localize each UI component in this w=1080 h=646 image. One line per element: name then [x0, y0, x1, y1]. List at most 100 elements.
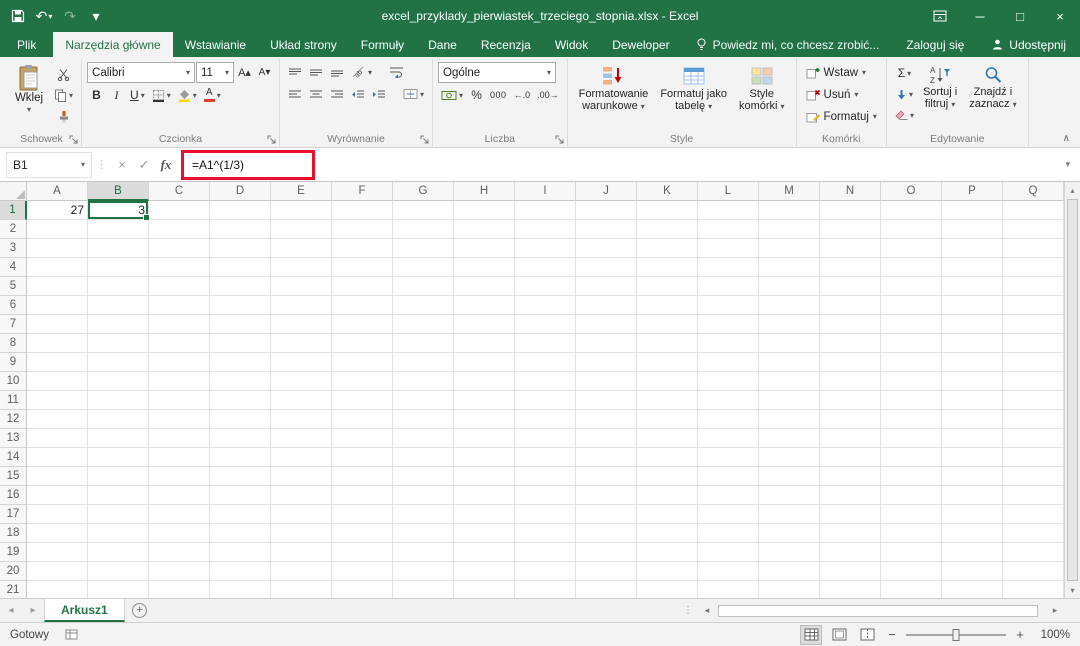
- collapse-ribbon-button[interactable]: ∧: [1063, 133, 1070, 144]
- cell-B17[interactable]: [88, 505, 149, 524]
- cell-N2[interactable]: [820, 220, 881, 239]
- cell-F21[interactable]: [332, 581, 393, 598]
- cell-F7[interactable]: [332, 315, 393, 334]
- cell-F8[interactable]: [332, 334, 393, 353]
- page-break-view-button[interactable]: [856, 625, 878, 645]
- cell-I15[interactable]: [515, 467, 576, 486]
- cell-I16[interactable]: [515, 486, 576, 505]
- cell-L5[interactable]: [698, 277, 759, 296]
- cell-O16[interactable]: [881, 486, 942, 505]
- cell-P2[interactable]: [942, 220, 1003, 239]
- font-color-button[interactable]: A ▾: [201, 85, 224, 105]
- cell-C6[interactable]: [149, 296, 210, 315]
- cell-P3[interactable]: [942, 239, 1003, 258]
- cell-N6[interactable]: [820, 296, 881, 315]
- tab-formuły[interactable]: Formuły: [349, 32, 416, 57]
- cell-B5[interactable]: [88, 277, 149, 296]
- row-header-18[interactable]: 18: [0, 524, 27, 543]
- scroll-up-button[interactable]: ▴: [1065, 182, 1080, 198]
- minimize-button[interactable]: ─: [960, 0, 1000, 32]
- cell-O17[interactable]: [881, 505, 942, 524]
- cell-H13[interactable]: [454, 429, 515, 448]
- autosum-button[interactable]: Σ ▾: [892, 63, 917, 83]
- cell-I17[interactable]: [515, 505, 576, 524]
- cell-Q21[interactable]: [1003, 581, 1064, 598]
- cell-A12[interactable]: [27, 410, 88, 429]
- cell-Q11[interactable]: [1003, 391, 1064, 410]
- cell-K8[interactable]: [637, 334, 698, 353]
- increase-indent-button[interactable]: [369, 84, 389, 104]
- cell-B6[interactable]: [88, 296, 149, 315]
- cell-H9[interactable]: [454, 353, 515, 372]
- cell-F16[interactable]: [332, 486, 393, 505]
- column-header-P[interactable]: P: [942, 182, 1003, 201]
- cell-N15[interactable]: [820, 467, 881, 486]
- cell-Q14[interactable]: [1003, 448, 1064, 467]
- cell-P10[interactable]: [942, 372, 1003, 391]
- cell-I7[interactable]: [515, 315, 576, 334]
- cell-K21[interactable]: [637, 581, 698, 598]
- cell-P4[interactable]: [942, 258, 1003, 277]
- insert-cells-button[interactable]: Wstaw ▾: [802, 62, 881, 83]
- cell-C1[interactable]: [149, 201, 210, 220]
- cell-C15[interactable]: [149, 467, 210, 486]
- cell-E4[interactable]: [271, 258, 332, 277]
- cell-I6[interactable]: [515, 296, 576, 315]
- cell-D9[interactable]: [210, 353, 271, 372]
- cell-styles-button[interactable]: Style komórki ▾: [733, 62, 791, 114]
- hscroll-right-button[interactable]: ▸: [1046, 605, 1064, 616]
- cell-G12[interactable]: [393, 410, 454, 429]
- cell-B3[interactable]: [88, 239, 149, 258]
- cell-F18[interactable]: [332, 524, 393, 543]
- cell-F14[interactable]: [332, 448, 393, 467]
- cell-H14[interactable]: [454, 448, 515, 467]
- cell-K4[interactable]: [637, 258, 698, 277]
- cancel-button[interactable]: ×: [111, 153, 133, 177]
- cell-N16[interactable]: [820, 486, 881, 505]
- cell-K11[interactable]: [637, 391, 698, 410]
- cell-M13[interactable]: [759, 429, 820, 448]
- cell-G17[interactable]: [393, 505, 454, 524]
- cell-J12[interactable]: [576, 410, 637, 429]
- tab-narzędzia-główne[interactable]: Narzędzia główne: [53, 32, 173, 57]
- paste-button[interactable]: Wklej ▾: [7, 62, 51, 116]
- cell-J7[interactable]: [576, 315, 637, 334]
- cell-L14[interactable]: [698, 448, 759, 467]
- cell-O14[interactable]: [881, 448, 942, 467]
- delete-cells-button[interactable]: Usuń ▾: [802, 84, 881, 105]
- cell-I5[interactable]: [515, 277, 576, 296]
- format-painter-button[interactable]: [51, 106, 76, 126]
- cell-I11[interactable]: [515, 391, 576, 410]
- cell-K18[interactable]: [637, 524, 698, 543]
- cell-C19[interactable]: [149, 543, 210, 562]
- cell-F17[interactable]: [332, 505, 393, 524]
- align-center-button[interactable]: [306, 84, 326, 104]
- row-header-8[interactable]: 8: [0, 334, 27, 353]
- cell-Q19[interactable]: [1003, 543, 1064, 562]
- increase-decimal-button[interactable]: ←.0: [511, 85, 534, 105]
- cell-K10[interactable]: [637, 372, 698, 391]
- row-header-7[interactable]: 7: [0, 315, 27, 334]
- cell-L2[interactable]: [698, 220, 759, 239]
- cell-B16[interactable]: [88, 486, 149, 505]
- cell-J13[interactable]: [576, 429, 637, 448]
- cell-G4[interactable]: [393, 258, 454, 277]
- cell-L15[interactable]: [698, 467, 759, 486]
- cell-G10[interactable]: [393, 372, 454, 391]
- cell-P19[interactable]: [942, 543, 1003, 562]
- cell-E18[interactable]: [271, 524, 332, 543]
- row-header-19[interactable]: 19: [0, 543, 27, 562]
- cell-F19[interactable]: [332, 543, 393, 562]
- cell-Q13[interactable]: [1003, 429, 1064, 448]
- cell-E9[interactable]: [271, 353, 332, 372]
- cell-B14[interactable]: [88, 448, 149, 467]
- sign-in-button[interactable]: Zaloguj się: [892, 32, 978, 57]
- cell-C8[interactable]: [149, 334, 210, 353]
- cell-A7[interactable]: [27, 315, 88, 334]
- cell-O9[interactable]: [881, 353, 942, 372]
- cell-H12[interactable]: [454, 410, 515, 429]
- cell-D1[interactable]: [210, 201, 271, 220]
- cell-O15[interactable]: [881, 467, 942, 486]
- cell-D6[interactable]: [210, 296, 271, 315]
- cell-H3[interactable]: [454, 239, 515, 258]
